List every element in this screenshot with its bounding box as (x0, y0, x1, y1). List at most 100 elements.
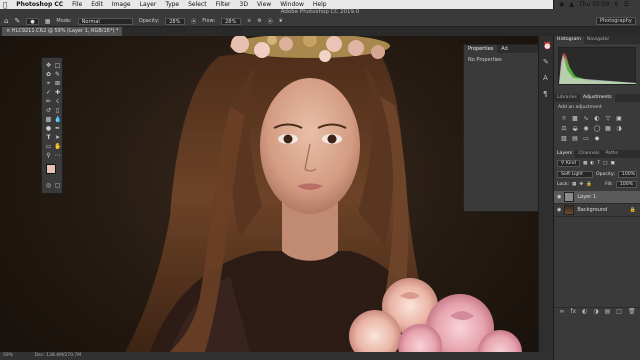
quick-select-tool-icon[interactable]: ✎ (54, 71, 61, 78)
menu-view[interactable]: View (257, 1, 271, 8)
zoom-tool-icon[interactable]: ⚲ (45, 152, 52, 159)
foreground-color-swatch[interactable] (46, 164, 56, 174)
lock-all-icon[interactable]: 🔒 (586, 182, 592, 187)
tab-libraries[interactable]: Libraries (554, 94, 580, 102)
quick-mask-icon[interactable]: ◎ (45, 182, 52, 189)
blur-tool-icon[interactable]: 💧 (54, 116, 61, 123)
visibility-eye-icon[interactable]: ◉ (557, 194, 561, 200)
black-white-icon[interactable]: ◒ (571, 125, 579, 132)
healing-brush-tool-icon[interactable]: ✚ (54, 89, 61, 96)
new-adjustment-icon[interactable]: ◑ (593, 308, 598, 316)
dock-brush-icon[interactable]: ✎ (543, 58, 549, 66)
tab-adjustments[interactable]: Adjustments (579, 94, 615, 102)
filter-smart-icon[interactable]: ▣ (610, 161, 614, 166)
path-selection-tool-icon[interactable]: ➤ (54, 134, 61, 141)
dock-history-icon[interactable]: ⏰ (543, 42, 552, 50)
shape-tool-icon[interactable]: ▭ (45, 143, 52, 150)
tab-channels[interactable]: Channels (575, 150, 602, 158)
eyedropper-tool-icon[interactable]: ✓ (45, 89, 52, 96)
gradient-tool-icon[interactable]: ▩ (45, 116, 52, 123)
home-icon[interactable]: ⌂ (4, 17, 8, 25)
tab-layers[interactable]: Layers (554, 150, 576, 158)
brush-preset-picker[interactable]: ● (26, 17, 39, 25)
filter-shape-icon[interactable]: □ (603, 161, 607, 166)
filter-type-icon[interactable]: T (597, 161, 600, 166)
layer-name[interactable]: Layer 1 (577, 194, 596, 200)
add-mask-icon[interactable]: ◐ (582, 308, 587, 316)
channel-mixer-icon[interactable]: ◯ (593, 125, 601, 132)
lock-pixels-icon[interactable]: ▦ (572, 182, 576, 187)
blend-mode-select[interactable]: Soft Light (557, 171, 593, 178)
layer-opacity-field[interactable]: 100% (617, 171, 637, 178)
menu-file[interactable]: File (72, 1, 82, 8)
pressure-opacity-icon[interactable]: ⦿ (191, 18, 196, 25)
menu-3d[interactable]: 3D (240, 1, 248, 8)
history-brush-tool-icon[interactable]: ↺ (45, 107, 52, 114)
new-layer-icon[interactable]: □ (616, 308, 622, 316)
crop-tool-icon[interactable]: ⌖ (45, 80, 52, 87)
search-icon[interactable]: ⚲ (614, 1, 618, 8)
filter-pixel-icon[interactable]: ▩ (583, 161, 587, 166)
clone-stamp-tool-icon[interactable]: ☇ (54, 98, 61, 105)
levels-icon[interactable]: ▩ (571, 115, 579, 122)
lasso-tool-icon[interactable]: ✿ (45, 71, 52, 78)
posterize-icon[interactable]: ▧ (560, 135, 568, 142)
tab-properties[interactable]: Properties (464, 45, 498, 53)
menu-type[interactable]: Type (165, 1, 179, 8)
airbrush-icon[interactable]: ✯ (247, 18, 251, 24)
eraser-tool-icon[interactable]: ▯ (54, 107, 61, 114)
symmetry-icon[interactable]: ❦ (279, 18, 283, 24)
frame-tool-icon[interactable]: ⊠ (54, 80, 61, 87)
menu-image[interactable]: Image (112, 1, 131, 8)
gradient-map-icon[interactable]: ▭ (582, 135, 590, 142)
new-group-icon[interactable]: ▤ (605, 308, 611, 316)
layer-filter-select[interactable]: ⚲ Kind (557, 160, 580, 167)
move-tool-icon[interactable]: ✥ (45, 62, 52, 69)
menu-list-icon[interactable]: ☰ (624, 1, 629, 8)
menu-edit[interactable]: Edit (91, 1, 103, 8)
tab-paths[interactable]: Paths (602, 150, 621, 158)
layer-row-background[interactable]: ◉ Background 🔒 (554, 204, 640, 217)
link-layers-icon[interactable]: ∞ (559, 308, 564, 316)
flow-field[interactable]: 28% (221, 17, 242, 25)
layer-fill-field[interactable]: 100% (615, 181, 637, 188)
screen-mode-icon[interactable]: ▢ (54, 182, 61, 189)
wifi-icon[interactable]: ◉ (559, 1, 564, 8)
menu-filter[interactable]: Filter (216, 1, 231, 8)
curves-icon[interactable]: ∿ (582, 115, 590, 122)
type-tool-icon[interactable]: T (45, 134, 52, 141)
hand-tool-icon[interactable]: ✋ (54, 143, 61, 150)
zoom-level[interactable]: 59% (3, 353, 13, 358)
doc-size[interactable]: Doc: 138.4M/270.7M (34, 353, 81, 358)
menu-app[interactable]: Photoshop CC (16, 1, 63, 8)
filter-adjust-icon[interactable]: ◐ (590, 161, 594, 166)
mode-select[interactable]: Normal (77, 17, 133, 25)
tab-navigator[interactable]: Navigator (584, 36, 612, 44)
layer-name[interactable]: Background (577, 207, 607, 213)
photo-filter-icon[interactable]: ◉ (582, 125, 590, 132)
dock-character-icon[interactable]: A (543, 74, 548, 82)
brush-tool-icon[interactable]: ✎ (14, 17, 20, 25)
clock[interactable]: Thu 10:59 (579, 1, 609, 8)
layer-style-icon[interactable]: fx (570, 308, 576, 316)
menu-select[interactable]: Select (188, 1, 207, 8)
lock-position-icon[interactable]: ✥ (579, 182, 583, 187)
volume-icon[interactable]: ▲ (569, 1, 574, 8)
brush-settings-icon[interactable]: ▦ (45, 18, 51, 25)
tab-histogram[interactable]: Histogram (554, 36, 584, 44)
layer-row-layer-1[interactable]: ◉ Layer 1 (554, 191, 640, 204)
threshold-icon[interactable]: ▤ (571, 135, 579, 142)
delete-layer-icon[interactable]: 🗑 (628, 308, 636, 316)
apple-icon[interactable]:  (3, 1, 7, 9)
menu-window[interactable]: Window (280, 1, 304, 8)
more-tools-icon[interactable]: ⋯ (54, 152, 61, 159)
color-balance-icon[interactable]: ⚖ (560, 125, 568, 132)
hue-saturation-icon[interactable]: ▣ (615, 115, 623, 122)
selective-color-icon[interactable]: ◆ (593, 135, 601, 142)
opacity-field[interactable]: 28% (165, 17, 186, 25)
brightness-contrast-icon[interactable]: ☼ (560, 115, 568, 122)
visibility-eye-icon[interactable]: ◉ (557, 207, 561, 213)
smoothing-icon[interactable]: ⚙ (257, 18, 261, 24)
dock-paragraph-icon[interactable]: ¶ (543, 90, 547, 98)
menu-layer[interactable]: Layer (140, 1, 157, 8)
